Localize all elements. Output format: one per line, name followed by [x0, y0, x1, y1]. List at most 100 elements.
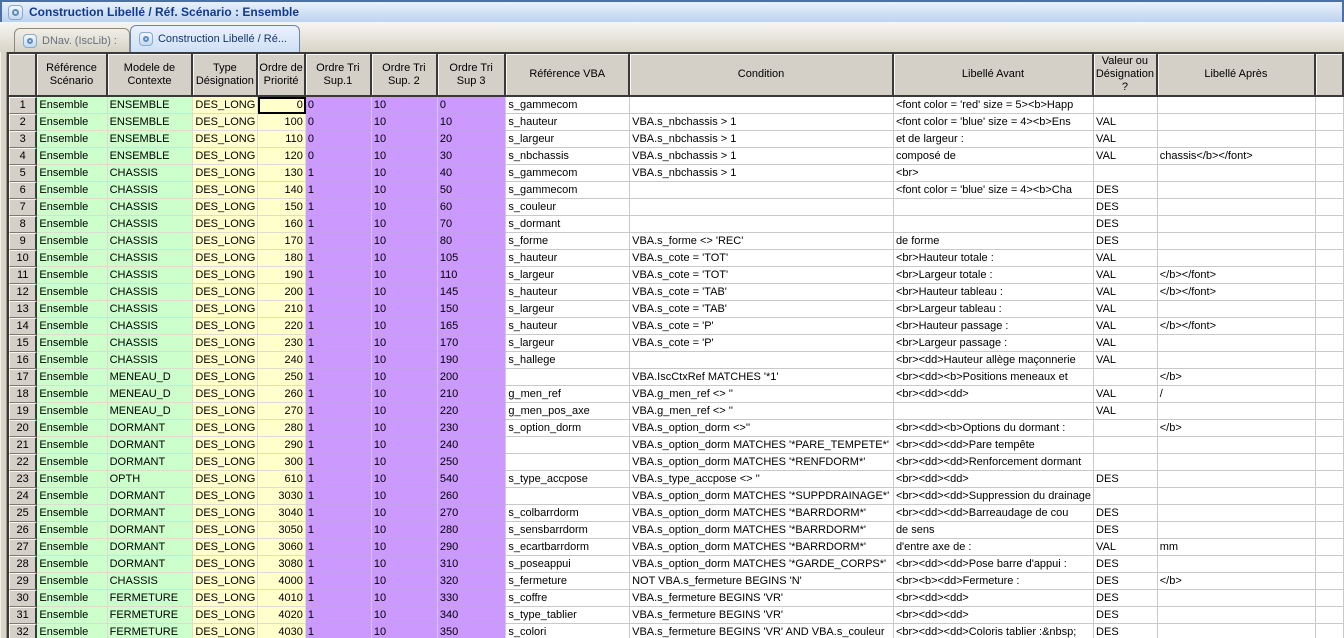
cell-valeur_ou_designation[interactable]	[1094, 437, 1158, 454]
cell-ordre_tri_sup3[interactable]: 320	[438, 573, 507, 590]
cell-libelle_apres[interactable]: chassis</b></font>	[1158, 148, 1316, 165]
row-header[interactable]: 14	[9, 318, 37, 335]
cell-spare[interactable]	[1316, 624, 1344, 638]
cell-ordre_de_priorite[interactable]: 3040	[258, 505, 305, 522]
cell-modele_de_contexte[interactable]: ENSEMBLE	[108, 131, 194, 148]
cell-ordre_tri_sup2[interactable]: 10	[372, 301, 438, 318]
cell-ordre_tri_sup1[interactable]: 1	[306, 624, 372, 638]
cell-condition[interactable]: VBA.s_option_dorm MATCHES '*BARRDORM*'	[630, 539, 894, 556]
cell-reference_scenario[interactable]: Ensemble	[37, 250, 107, 267]
cell-ordre_tri_sup3[interactable]: 10	[438, 114, 507, 131]
cell-reference_vba[interactable]: s_largeur	[506, 301, 630, 318]
cell-libelle_avant[interactable]: <br><dd><dd>Coloris tablier :&nbsp;	[894, 624, 1094, 638]
column-header-condition[interactable]: Condition	[630, 54, 894, 97]
cell-ordre_tri_sup3[interactable]: 350	[438, 624, 507, 638]
cell-ordre_de_priorite[interactable]: 210	[258, 301, 305, 318]
row-header[interactable]: 3	[9, 131, 37, 148]
cell-condition[interactable]: VBA.s_option_dorm MATCHES '*SUPPDRAINAGE…	[630, 488, 894, 505]
row-header[interactable]: 29	[9, 573, 37, 590]
cell-type_designation[interactable]: DES_LONG	[193, 318, 258, 335]
cell-ordre_tri_sup1[interactable]: 1	[306, 454, 372, 471]
row-header[interactable]: 15	[9, 335, 37, 352]
cell-libelle_apres[interactable]	[1158, 590, 1316, 607]
cell-reference_scenario[interactable]: Ensemble	[37, 590, 107, 607]
cell-ordre_tri_sup1[interactable]: 1	[306, 284, 372, 301]
cell-condition[interactable]: VBA.s_fermeture BEGINS 'VR'	[630, 607, 894, 624]
cell-condition[interactable]: VBA.s_cote = 'TOT'	[630, 250, 894, 267]
cell-ordre_tri_sup2[interactable]: 10	[372, 539, 438, 556]
cell-ordre_de_priorite[interactable]: 4000	[258, 573, 305, 590]
cell-libelle_apres[interactable]	[1158, 624, 1316, 638]
cell-modele_de_contexte[interactable]: CHASSIS	[108, 182, 194, 199]
cell-ordre_tri_sup1[interactable]: 0	[306, 131, 372, 148]
cell-reference_scenario[interactable]: Ensemble	[37, 403, 107, 420]
cell-valeur_ou_designation[interactable]: DES	[1094, 590, 1158, 607]
cell-ordre_de_priorite[interactable]: 200	[258, 284, 305, 301]
cell-valeur_ou_designation[interactable]: VAL	[1094, 352, 1158, 369]
cell-ordre_tri_sup1[interactable]: 1	[306, 403, 372, 420]
cell-spare[interactable]	[1316, 437, 1344, 454]
cell-reference_vba[interactable]: s_type_tablier	[506, 607, 630, 624]
cell-condition[interactable]: VBA.s_cote = 'P'	[630, 318, 894, 335]
cell-ordre_tri_sup2[interactable]: 10	[372, 250, 438, 267]
cell-libelle_avant[interactable]: de forme	[894, 233, 1094, 250]
cell-reference_vba[interactable]: s_option_dorm	[506, 420, 630, 437]
cell-reference_vba[interactable]: s_coffre	[506, 590, 630, 607]
cell-ordre_de_priorite[interactable]: 3060	[258, 539, 305, 556]
cell-modele_de_contexte[interactable]: CHASSIS	[108, 318, 194, 335]
cell-modele_de_contexte[interactable]: ENSEMBLE	[108, 148, 194, 165]
cell-condition[interactable]	[630, 352, 894, 369]
cell-spare[interactable]	[1316, 233, 1344, 250]
cell-libelle_avant[interactable]: <font color = 'red' size = 5><b>Happ	[894, 97, 1094, 114]
cell-valeur_ou_designation[interactable]: VAL	[1094, 335, 1158, 352]
cell-ordre_de_priorite[interactable]: 280	[258, 420, 305, 437]
cell-reference_scenario[interactable]: Ensemble	[37, 607, 107, 624]
cell-ordre_tri_sup3[interactable]: 0	[438, 97, 507, 114]
cell-ordre_tri_sup2[interactable]: 10	[372, 131, 438, 148]
cell-ordre_tri_sup1[interactable]: 1	[306, 182, 372, 199]
cell-ordre_de_priorite[interactable]: 180	[258, 250, 305, 267]
row-header[interactable]: 28	[9, 556, 37, 573]
cell-valeur_ou_designation[interactable]: DES	[1094, 216, 1158, 233]
cell-type_designation[interactable]: DES_LONG	[193, 437, 258, 454]
cell-reference_scenario[interactable]: Ensemble	[37, 131, 107, 148]
cell-libelle_avant[interactable]: <br>Hauteur passage :	[894, 318, 1094, 335]
cell-ordre_tri_sup2[interactable]: 10	[372, 335, 438, 352]
cell-condition[interactable]: VBA.s_cote = 'TAB'	[630, 301, 894, 318]
cell-condition[interactable]: VBA.s_fermeture BEGINS 'VR' AND VBA.s_co…	[630, 624, 894, 638]
cell-type_designation[interactable]: DES_LONG	[193, 199, 258, 216]
cell-valeur_ou_designation[interactable]: DES	[1094, 199, 1158, 216]
cell-ordre_de_priorite[interactable]: 150	[258, 199, 305, 216]
cell-reference_scenario[interactable]: Ensemble	[37, 335, 107, 352]
cell-condition[interactable]: VBA.s_option_dorm MATCHES '*BARRDORM*'	[630, 505, 894, 522]
cell-condition[interactable]: VBA.s_option_dorm MATCHES '*GARDE_CORPS*…	[630, 556, 894, 573]
cell-ordre_tri_sup1[interactable]: 1	[306, 165, 372, 182]
cell-ordre_de_priorite[interactable]: 160	[258, 216, 305, 233]
cell-modele_de_contexte[interactable]: CHASSIS	[108, 216, 194, 233]
cell-valeur_ou_designation[interactable]	[1094, 369, 1158, 386]
cell-reference_scenario[interactable]: Ensemble	[37, 199, 107, 216]
row-header[interactable]: 21	[9, 437, 37, 454]
cell-condition[interactable]: VBA.s_cote = 'P'	[630, 335, 894, 352]
cell-valeur_ou_designation[interactable]: VAL	[1094, 403, 1158, 420]
cell-reference_scenario[interactable]: Ensemble	[37, 97, 107, 114]
cell-valeur_ou_designation[interactable]: VAL	[1094, 114, 1158, 131]
cell-modele_de_contexte[interactable]: DORMANT	[108, 488, 194, 505]
row-header[interactable]: 32	[9, 624, 37, 638]
cell-modele_de_contexte[interactable]: CHASSIS	[108, 284, 194, 301]
cell-condition[interactable]: VBA.g_men_ref <> ''	[630, 403, 894, 420]
cell-ordre_tri_sup2[interactable]: 10	[372, 488, 438, 505]
column-header-ordre_tri_sup3[interactable]: Ordre Tri Sup 3	[438, 54, 507, 97]
row-header[interactable]: 9	[9, 233, 37, 250]
cell-type_designation[interactable]: DES_LONG	[193, 386, 258, 403]
cell-libelle_avant[interactable]: <br><dd><dd>Pare tempête	[894, 437, 1094, 454]
cell-ordre_tri_sup1[interactable]: 1	[306, 369, 372, 386]
row-header[interactable]: 16	[9, 352, 37, 369]
column-header-ordre_tri_sup1[interactable]: Ordre Tri Sup.1	[306, 54, 372, 97]
cell-reference_vba[interactable]: s_hauteur	[506, 250, 630, 267]
cell-libelle_apres[interactable]	[1158, 250, 1316, 267]
cell-spare[interactable]	[1316, 250, 1344, 267]
cell-ordre_tri_sup3[interactable]: 330	[438, 590, 507, 607]
cell-ordre_de_priorite[interactable]: 4010	[258, 590, 305, 607]
cell-ordre_de_priorite[interactable]: 270	[258, 403, 305, 420]
